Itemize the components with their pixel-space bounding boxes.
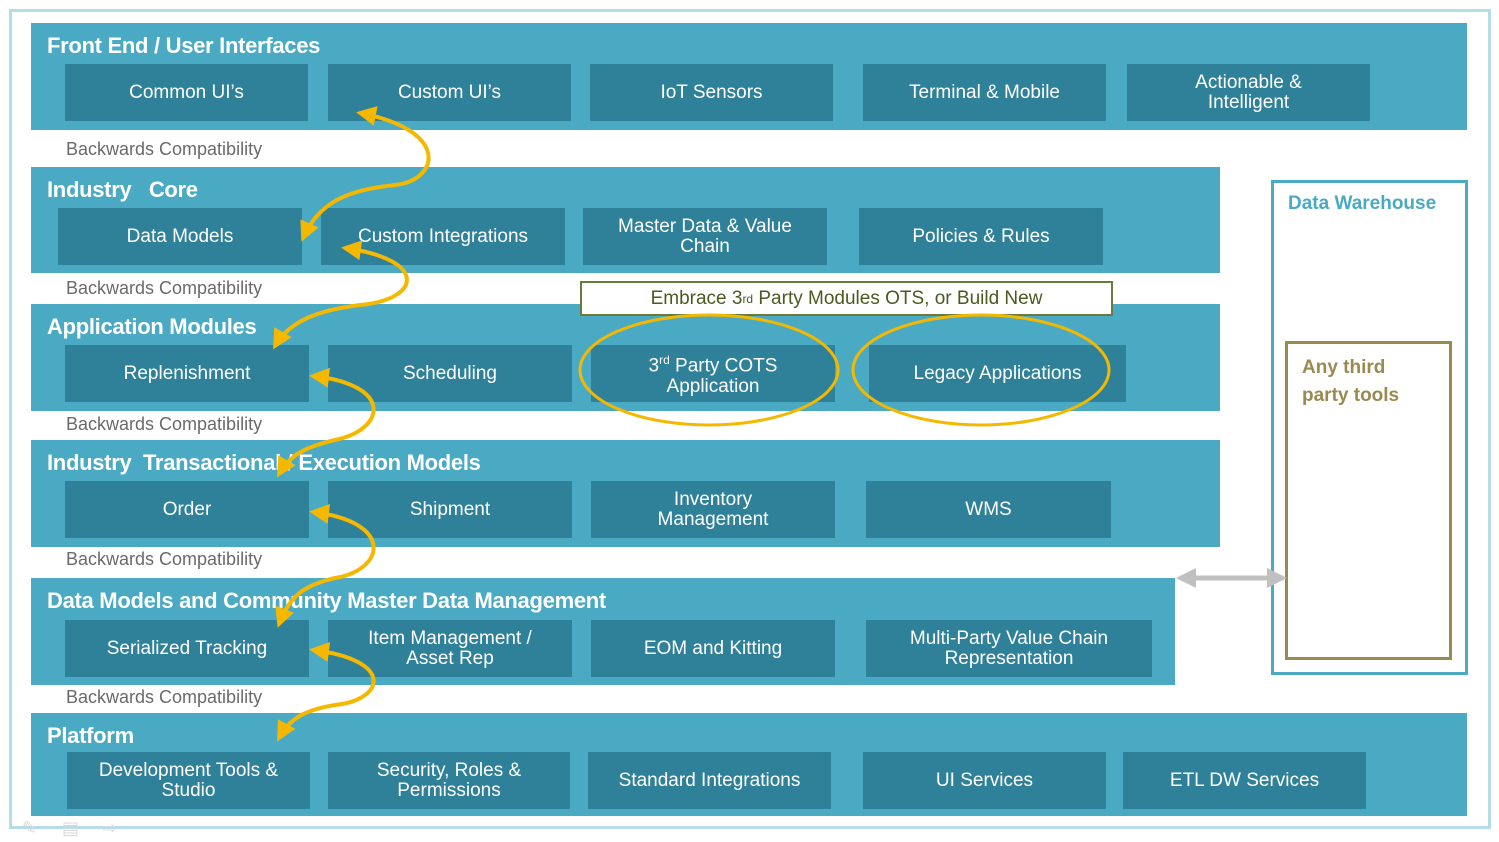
compat-arrow-2 bbox=[272, 240, 409, 350]
highlight-ellipse-legacy bbox=[851, 313, 1111, 427]
next-arrow-icon[interactable]: ⇨ bbox=[102, 818, 117, 839]
compat-arrow-4 bbox=[275, 504, 376, 628]
compat-arrow-5 bbox=[277, 642, 376, 742]
compat-arrow-3 bbox=[276, 367, 376, 478]
pen-icon[interactable]: ✎ bbox=[22, 818, 37, 839]
highlight-ellipse-cots bbox=[578, 313, 840, 427]
menu-icon[interactable]: ▤ bbox=[62, 818, 79, 839]
compat-arrow-1 bbox=[300, 106, 431, 242]
diagram-overlay bbox=[272, 106, 1287, 742]
